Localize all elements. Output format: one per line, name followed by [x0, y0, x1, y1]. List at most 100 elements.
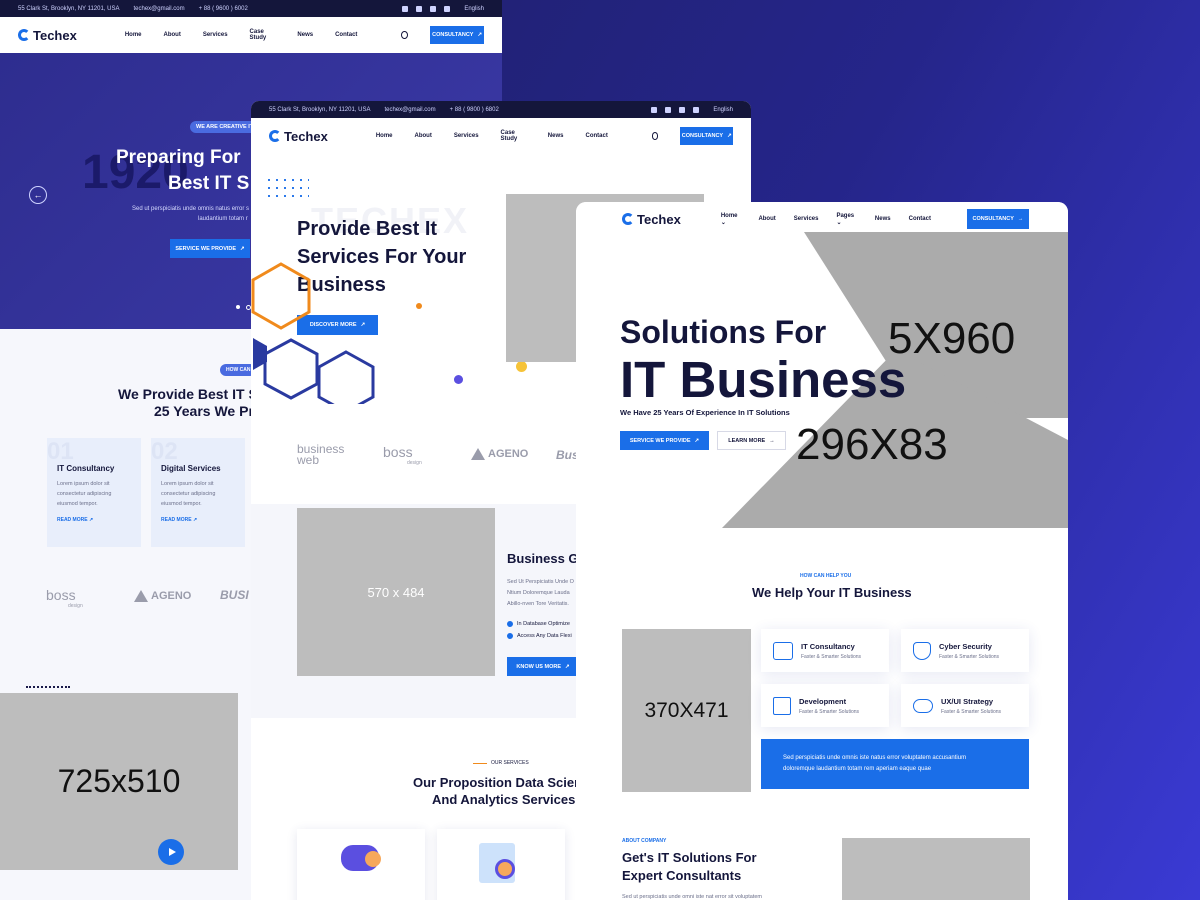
service-sub: Faster & Smarter Solutions: [799, 708, 860, 715]
youtube-icon[interactable]: [444, 5, 451, 12]
email-text[interactable]: techex@gmail.com: [134, 6, 185, 12]
service-sub: Faster & Smarter Solutions: [941, 708, 1002, 715]
slider-dots[interactable]: [236, 305, 251, 310]
service-card-it-consultancy[interactable]: IT Consultancy Faster & Smarter Solutions: [761, 629, 889, 672]
top-contact-bar: 55 Clark St, Brooklyn, NY 11201, USA tec…: [0, 0, 502, 17]
nav-services[interactable]: Services: [794, 216, 819, 222]
brand-logo-boss: boss design: [46, 587, 83, 609]
card-title: Digital Services: [161, 464, 221, 473]
logo-icon: [18, 29, 30, 41]
language-select[interactable]: English: [464, 6, 484, 12]
nav-case-study[interactable]: Case Study: [501, 130, 526, 142]
learn-more-button[interactable]: LEARN MORE →: [717, 431, 786, 450]
social-icons[interactable]: [651, 106, 700, 113]
demo-window-3: Techex Home ⌄ About Services Pages ⌄ New…: [576, 202, 1068, 900]
service-card-cyber-security[interactable]: Cyber Security Faster & Smarter Solutions: [901, 629, 1029, 672]
social-icons[interactable]: [402, 5, 451, 12]
service-card[interactable]: [437, 829, 565, 900]
nav-home[interactable]: Home: [376, 133, 393, 139]
help-title: We Help Your IT Business: [752, 585, 912, 600]
nav-case-study[interactable]: Case Study: [250, 29, 276, 41]
nav-services[interactable]: Services: [454, 133, 479, 139]
service-card-ux-ui-strategy[interactable]: UX/UI Strategy Faster & Smarter Solutions: [901, 684, 1029, 727]
service-card[interactable]: 02 Digital Services Lorem ipsum dolor si…: [151, 438, 245, 547]
services-badge: OUR SERVICES: [473, 760, 529, 766]
behance-icon[interactable]: [679, 106, 686, 113]
blue-info-box: Sed perspiciatis unde omnis iste natus e…: [761, 739, 1029, 789]
search-icon[interactable]: [401, 31, 409, 39]
nav-contact[interactable]: Contact: [585, 133, 607, 139]
card-text: Lorem ipsum dolor sit consectetur adipisc…: [57, 481, 112, 507]
youtube-icon[interactable]: [693, 106, 700, 113]
nav-news[interactable]: News: [875, 216, 891, 222]
prev-arrow-icon[interactable]: ←: [29, 186, 47, 204]
logo[interactable]: Techex: [269, 129, 328, 144]
consultancy-button[interactable]: CONSULTANCY ↗: [430, 26, 484, 44]
phone-text[interactable]: + 88 ( 9800 ) 6802: [450, 107, 499, 113]
about-title: Business G: [507, 551, 579, 566]
nav-about[interactable]: About: [164, 32, 181, 38]
section-title-line1: We Provide Best IT S: [118, 386, 258, 402]
read-more-link[interactable]: READ MORE ↗: [161, 517, 235, 523]
service-we-provide-button[interactable]: SERVICE WE PROVIDE ↗: [170, 239, 250, 258]
know-us-more-button[interactable]: KNOW US MORE ↗: [507, 657, 579, 676]
play-button[interactable]: [158, 839, 184, 865]
nav-contact[interactable]: Contact: [335, 32, 357, 38]
nav-about[interactable]: About: [415, 133, 432, 139]
consultancy-button[interactable]: CONSULTANCY ↗: [680, 127, 733, 145]
placeholder-label-b: 296X83: [796, 420, 948, 469]
logo-icon: [269, 130, 281, 142]
service-sub: Faster & Smarter Solutions: [939, 653, 1000, 660]
hero-title-line2: IT Business: [620, 351, 907, 408]
code-icon: [773, 696, 791, 715]
service-card[interactable]: 01 IT Consultancy Lorem ipsum dolor sit c…: [47, 438, 141, 547]
nav-home[interactable]: Home: [125, 32, 142, 38]
nav-home[interactable]: Home ⌄: [721, 213, 741, 226]
facebook-icon[interactable]: [651, 106, 658, 113]
service-title: Cyber Security: [939, 641, 992, 651]
services-title-line1: Our Proposition Data Scien: [413, 775, 583, 790]
hero-text-1: Sed ut perspiciatis unde omnis natus err…: [132, 206, 250, 212]
placeholder-label-a: 5X960: [888, 314, 1016, 363]
twitter-icon[interactable]: [665, 106, 672, 113]
nav-services[interactable]: Services: [203, 32, 228, 38]
purple-dot: [454, 375, 463, 384]
main-nav: Techex Home About Services Case Study Ne…: [0, 17, 502, 53]
consultancy-icon: [773, 641, 793, 660]
read-more-link[interactable]: READ MORE ↗: [57, 517, 131, 523]
service-we-provide-button[interactable]: SERVICE WE PROVIDE ↗: [620, 431, 709, 450]
nav-about[interactable]: About: [758, 216, 775, 222]
nav-news[interactable]: News: [548, 133, 564, 139]
search-icon[interactable]: [651, 132, 659, 140]
hero-title-line1: Solutions For: [620, 314, 827, 350]
phone-text[interactable]: + 88 ( 9600 ) 6002: [199, 6, 248, 12]
nav-pages[interactable]: Pages ⌄: [836, 213, 856, 226]
dot-grid-decoration: [265, 176, 309, 202]
section-title-line2: 25 Years We Pr: [154, 403, 254, 419]
help-badge: HOW CAN HELP YOU: [800, 573, 852, 579]
brand-logo-business-web: business web: [297, 442, 345, 467]
logo[interactable]: Techex: [622, 212, 681, 227]
language-select[interactable]: English: [713, 107, 733, 113]
hero-title-line1: Preparing For: [116, 147, 241, 168]
brand-logo-boss: boss design: [383, 444, 422, 466]
email-text[interactable]: techex@gmail.com: [385, 107, 436, 113]
service-title: Development: [799, 696, 847, 706]
address-text: 55 Clark St, Brooklyn, NY 11201, USA: [18, 5, 120, 12]
facebook-icon[interactable]: [402, 5, 409, 12]
consultancy-button[interactable]: CONSULTANCY →: [966, 209, 1029, 229]
check-item: In Database Optimize: [507, 621, 570, 627]
logo[interactable]: Techex: [18, 28, 77, 43]
behance-icon[interactable]: [430, 5, 437, 12]
twitter-icon[interactable]: [416, 5, 423, 12]
about-title-line1: Get's IT Solutions For: [622, 850, 757, 865]
card-title: IT Consultancy: [57, 464, 115, 473]
side-image-placeholder: 370X471: [622, 629, 751, 792]
hero-text-2: laudantium totam r: [198, 216, 248, 222]
hero-tagline: WE ARE CREATIVE IT: [190, 121, 260, 133]
brand-logo-ageno: AGENO: [471, 448, 528, 460]
service-card[interactable]: [297, 829, 425, 900]
nav-news[interactable]: News: [297, 32, 313, 38]
service-card-development[interactable]: Development Faster & Smarter Solutions: [761, 684, 889, 727]
nav-contact[interactable]: Contact: [909, 216, 931, 222]
